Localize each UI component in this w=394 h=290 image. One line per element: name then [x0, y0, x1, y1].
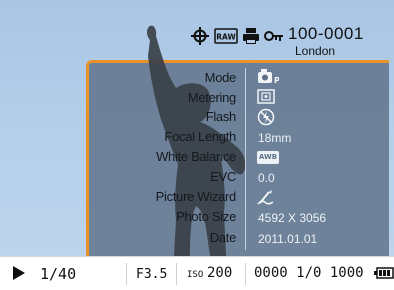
- file-number: 100-0001: [288, 24, 364, 43]
- label-focal-length: Focal Length: [164, 129, 236, 144]
- label-metering: Metering: [187, 90, 236, 105]
- value-date: 2011.01.01: [258, 232, 318, 246]
- aperture: F3.5: [136, 267, 168, 282]
- protect-key-icon: [264, 31, 283, 41]
- label-white-balance: White Balance: [156, 149, 236, 164]
- metering-icon: [257, 89, 275, 104]
- label-picture-wizard: Picture Wizard: [155, 189, 237, 204]
- label-evc: EVC: [210, 169, 236, 184]
- label-flash: Flash: [205, 109, 237, 124]
- location-label: London: [295, 44, 336, 58]
- label-date: Date: [209, 230, 237, 245]
- focus-crosshair-icon: [191, 27, 209, 45]
- flash-off-icon: [257, 108, 275, 126]
- value-evc: 0.0: [258, 171, 275, 185]
- value-photo-size: 4592 X 3056: [258, 211, 327, 225]
- panel-divider: [245, 68, 246, 250]
- label-photo-size: Photo Size: [176, 209, 236, 224]
- separator: [245, 263, 246, 285]
- play-icon[interactable]: [12, 265, 26, 281]
- program-mode-icon: P: [258, 69, 279, 85]
- value-focal-length: 18mm: [258, 131, 292, 145]
- svg-text:RAW: RAW: [216, 33, 236, 42]
- picture-wizard-icon: [257, 190, 274, 205]
- battery-icon: [374, 267, 394, 279]
- print-icon: [243, 28, 259, 44]
- shutter-speed: 1/40: [40, 265, 77, 283]
- frame-counter: 0000 1/0 1000: [254, 265, 364, 281]
- iso-prefix: ISO: [187, 270, 204, 280]
- raw-icon: RAW: [214, 28, 238, 44]
- playback-screen: RAW 100-0001 London Mode Metering Flash …: [0, 0, 394, 256]
- separator: [126, 263, 127, 285]
- label-mode: Mode: [204, 70, 237, 85]
- iso-value: 200: [207, 265, 233, 281]
- awb-badge: AWB: [257, 151, 279, 164]
- separator: [176, 263, 177, 285]
- svg-text:P: P: [274, 76, 279, 85]
- bottom-status-bar: 1/40 F3.5 ISO 200 0000 1/0 1000: [0, 256, 394, 290]
- top-status-bar: RAW 100-0001 London: [0, 0, 394, 62]
